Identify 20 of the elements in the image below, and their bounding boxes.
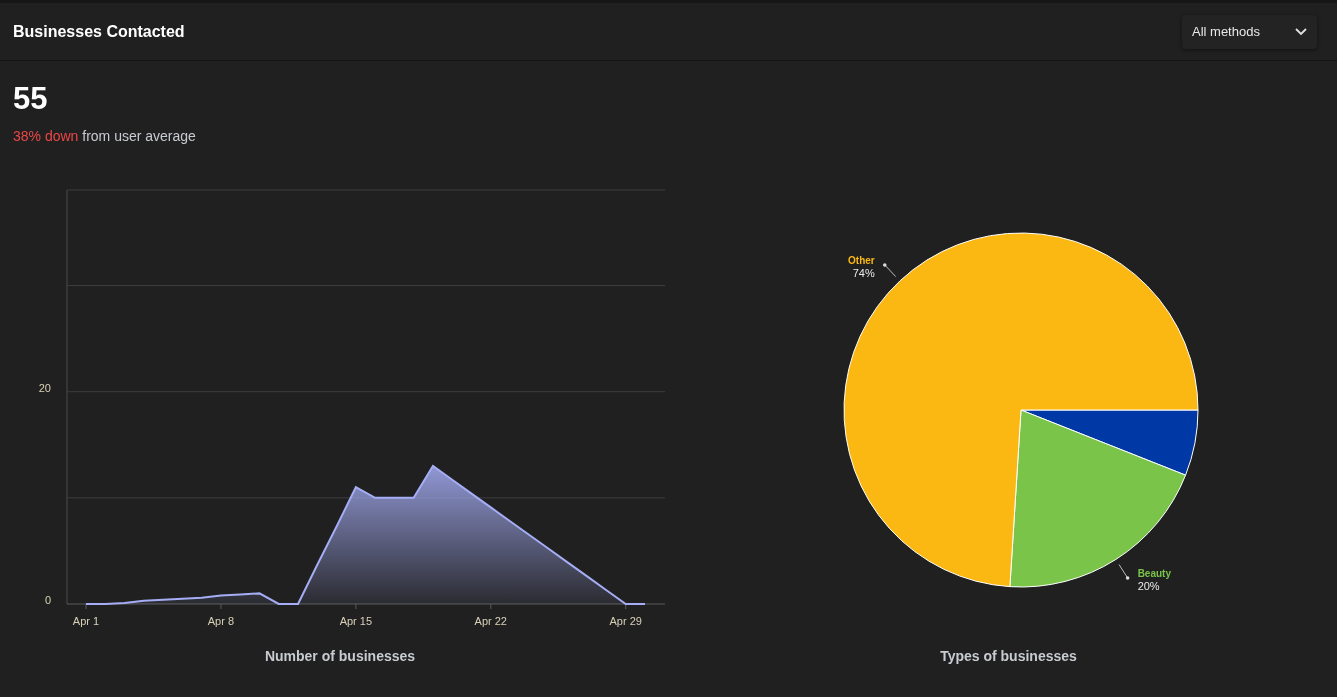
slice-value: 20%	[1137, 580, 1160, 592]
change-text: 38% down from user average	[13, 128, 197, 144]
axis-label: Apr 8	[207, 615, 235, 627]
leader-line	[883, 263, 897, 278]
chevron-down-icon	[1295, 27, 1307, 36]
total-count: 55	[13, 83, 49, 114]
axis-label: Apr 15	[339, 615, 373, 627]
chart-caption: Number of businesses	[264, 648, 416, 664]
axis-label: Apr 22	[474, 615, 507, 627]
slice-label: Beauty	[1137, 568, 1171, 579]
slice-label: Other	[848, 254, 875, 266]
leader-line	[1118, 564, 1130, 580]
card-title: Businesses Contacted	[13, 22, 185, 41]
chart-caption: Types of businesses	[940, 648, 1077, 664]
slice-value: 74%	[852, 266, 875, 279]
axis-label: 20	[38, 381, 51, 394]
axis-label: Apr 1	[72, 615, 100, 627]
axis-label: Apr 29	[609, 615, 642, 627]
axis-label: 0	[44, 593, 51, 606]
method-dropdown[interactable]: All methods	[1182, 14, 1317, 49]
